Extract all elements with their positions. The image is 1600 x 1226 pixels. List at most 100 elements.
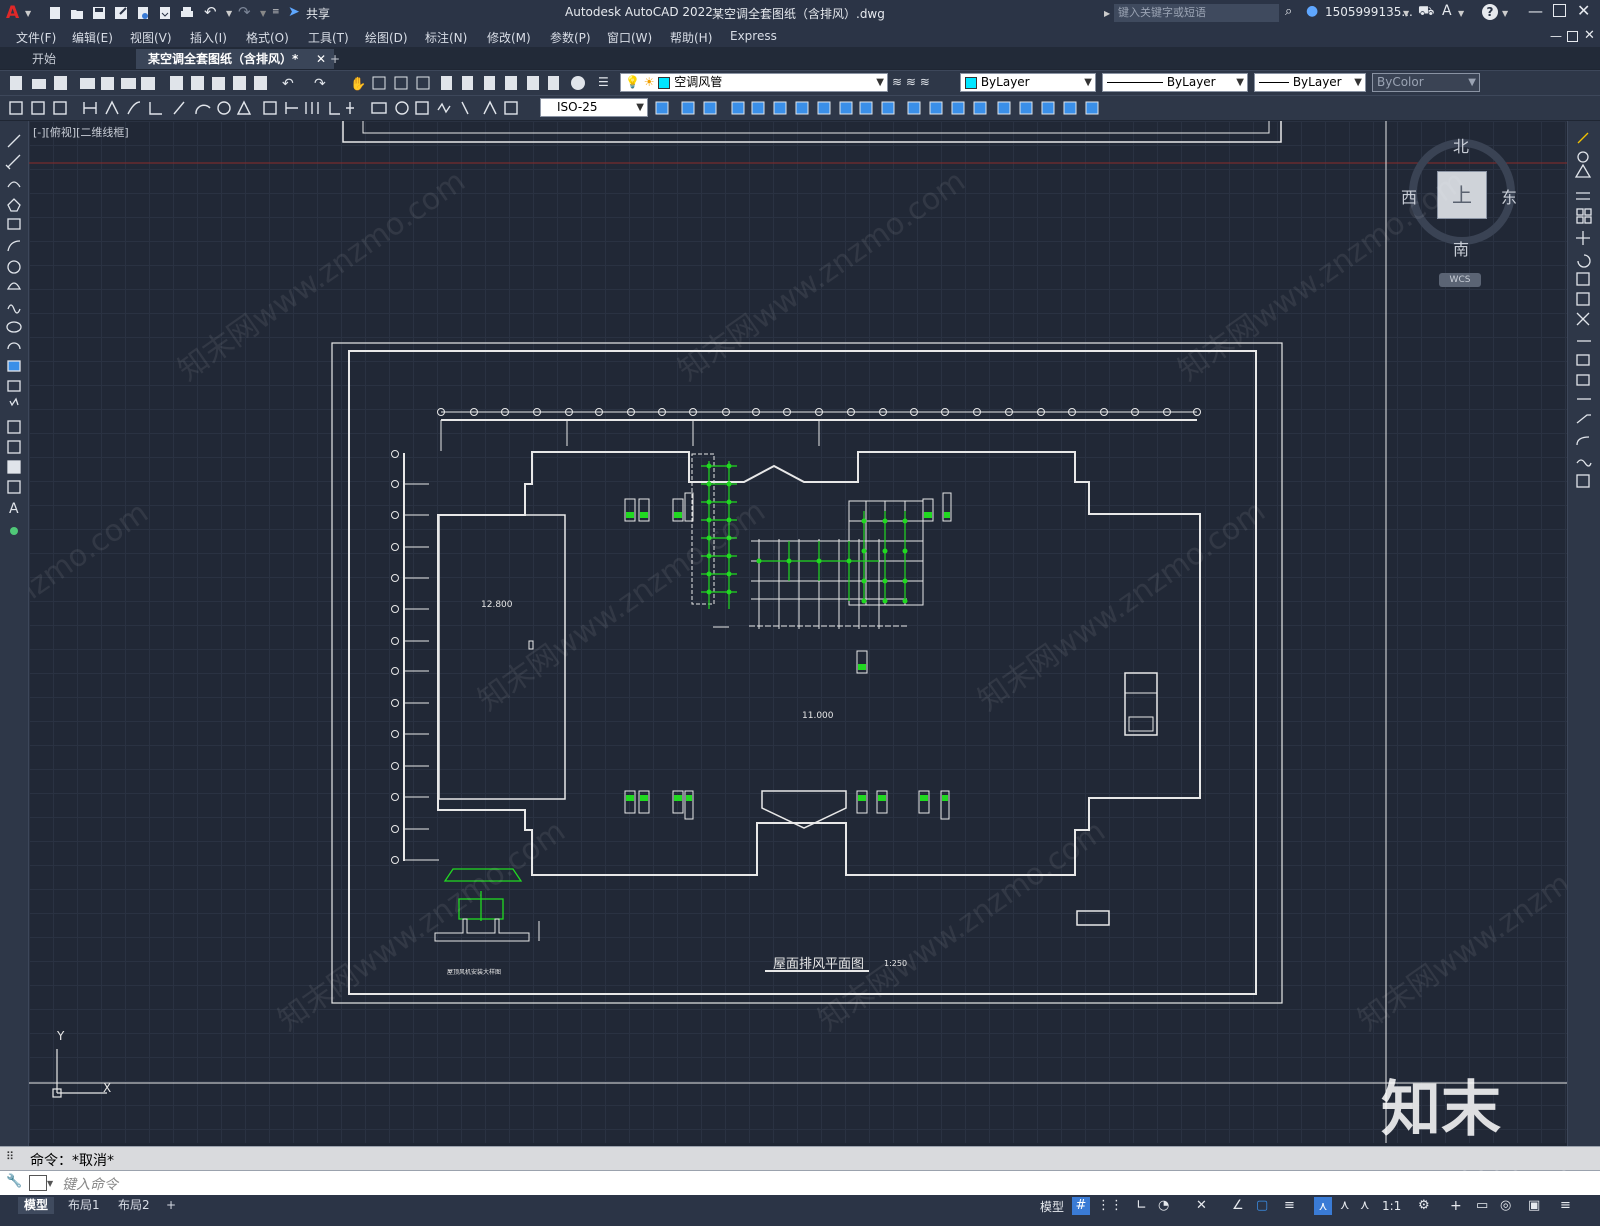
layer-select[interactable]: 💡 ☀ 空调风管 ▼ <box>620 73 888 92</box>
annotation-visibility-icon[interactable]: ⋏ <box>1314 1197 1332 1215</box>
file-tab-bar: 开始 某空调全套图纸（含排风）* ✕ + <box>0 47 1600 69</box>
doc-restore-icon[interactable] <box>1567 31 1578 42</box>
doc-minimize-icon[interactable]: — <box>1550 29 1562 43</box>
user-dropdown-icon[interactable]: ▼ <box>1403 9 1409 18</box>
draw-tool-icons[interactable]: A <box>0 129 28 549</box>
dimension-toolbar-icons[interactable] <box>0 96 530 120</box>
viewcube-north[interactable]: 北 <box>1453 133 1469 157</box>
search-input[interactable]: 键入关键字或短语 <box>1114 4 1279 22</box>
viewcube-south[interactable]: 南 <box>1453 236 1469 260</box>
color-value: ByLayer <box>980 75 1030 89</box>
tab-layout2[interactable]: 布局2 <box>112 1197 156 1214</box>
doc-close-icon[interactable]: ✕ <box>1584 28 1595 43</box>
share-button[interactable]: 共享 <box>306 5 330 22</box>
tab-layout1[interactable]: 布局1 <box>62 1197 106 1214</box>
clean-screen-icon[interactable]: ▣ <box>1528 1198 1540 1213</box>
recent-commands-icon[interactable] <box>29 1175 47 1191</box>
menu-window[interactable]: 窗口(W) <box>607 29 652 46</box>
a360-dropdown-icon[interactable]: ▼ <box>1458 9 1464 18</box>
lineweight-select[interactable]: ByLayer ▼ <box>1254 73 1366 92</box>
autoscale-icon[interactable]: ⋏ <box>1340 1198 1350 1213</box>
menu-tools[interactable]: 工具(T) <box>308 29 349 46</box>
menu-edit[interactable]: 编辑(E) <box>72 29 113 46</box>
help-dropdown-icon[interactable]: ▼ <box>1502 9 1508 18</box>
object-snap-icon[interactable]: ▢ <box>1256 1198 1268 1213</box>
menu-modify[interactable]: 修改(M) <box>487 29 531 46</box>
units-icon[interactable]: ▭ <box>1476 1198 1488 1213</box>
menu-view[interactable]: 视图(V) <box>130 29 172 46</box>
cart-icon[interactable]: ⛟ <box>1418 4 1434 21</box>
tab-drawing[interactable]: 某空调全套图纸（含排风）* ✕ <box>136 49 334 69</box>
chevron-down-icon[interactable]: ▼ <box>47 1179 53 1188</box>
dimstyle-select[interactable]: ISO-25 ▼ <box>540 98 648 117</box>
ortho-icon[interactable]: ∟ <box>1136 1198 1147 1213</box>
menu-format[interactable]: 格式(O) <box>246 29 289 46</box>
grip-icon[interactable]: ⠿ <box>6 1150 14 1163</box>
isolate-icon[interactable]: ◎ <box>1500 1198 1511 1213</box>
open-web-icon[interactable] <box>136 6 150 20</box>
menu-express[interactable]: Express <box>730 29 777 43</box>
menu-file[interactable]: 文件(F) <box>16 29 56 46</box>
save-icon[interactable] <box>92 6 106 20</box>
grid-icon[interactable]: # <box>1072 1197 1090 1215</box>
menu-help[interactable]: 帮助(H) <box>670 29 712 46</box>
undo-icon[interactable]: ↶ <box>204 3 217 21</box>
redo-dropdown-icon[interactable]: ▼ <box>260 9 266 18</box>
menu-bar: 文件(F) 编辑(E) 视图(V) 插入(I) 格式(O) 工具(T) 绘图(D… <box>0 27 1600 47</box>
user-icon[interactable]: ● <box>1306 3 1318 19</box>
user-name[interactable]: 1505999135... <box>1325 5 1413 19</box>
snap-icon[interactable]: ⋮⋮ <box>1097 1198 1123 1213</box>
help-icon[interactable]: ? <box>1482 4 1498 20</box>
isodraft-icon[interactable]: ✕ <box>1196 1198 1207 1213</box>
model-space-label[interactable]: 模型 <box>1040 1198 1064 1215</box>
object-snap-tracking-icon[interactable]: ∠ <box>1232 1198 1244 1213</box>
save-as-icon[interactable] <box>114 6 128 20</box>
autocad-logo-icon[interactable]: A <box>6 4 22 22</box>
plotstyle-select[interactable]: ByColor ▼ <box>1372 73 1480 92</box>
undo-dropdown-icon[interactable]: ▼ <box>226 9 232 18</box>
standard-toolbar-icons[interactable]: ↶ ↷ ✋ <box>0 71 600 95</box>
add-layout-button[interactable]: + <box>160 1197 182 1214</box>
share-icon[interactable]: ➤ <box>288 4 300 20</box>
app-menu-chevron-icon[interactable]: ▼ <box>25 9 31 18</box>
redo-icon[interactable]: ↷ <box>238 3 251 21</box>
search-expand-icon[interactable]: ▶ <box>1104 9 1110 18</box>
customize-qat-icon[interactable]: ≡ <box>272 7 280 17</box>
plot-icon[interactable] <box>180 6 194 20</box>
tab-model[interactable]: 模型 <box>18 1197 55 1214</box>
menu-dimension[interactable]: 标注(N) <box>425 29 467 46</box>
search-icon[interactable]: ⌕ <box>1285 4 1292 19</box>
annotation-scale-icon[interactable]: ⋏ <box>1360 1198 1370 1213</box>
menu-draw[interactable]: 绘图(D) <box>365 29 408 46</box>
layer-tools-icons[interactable]: ≋ ≋ ≋ <box>892 75 952 91</box>
modify-tool-icons[interactable] <box>1568 127 1600 507</box>
viewcube-west[interactable]: 西 <box>1401 184 1417 208</box>
a360-icon[interactable]: A <box>1442 3 1452 19</box>
close-icon[interactable]: ✕ <box>1577 1 1590 20</box>
drawing-canvas[interactable]: [-][俯视][二维线框] 12.800 11.000 屋面排风平面图 1:25… <box>29 121 1567 1143</box>
viewcube-top-face[interactable]: 上 <box>1437 171 1487 219</box>
viewcube-east[interactable]: 东 <box>1501 184 1517 208</box>
workspace-gear-icon[interactable]: ⚙ <box>1418 1198 1430 1213</box>
new-file-icon[interactable] <box>48 6 62 20</box>
lineweight-icon[interactable]: ≡ <box>1284 1198 1295 1213</box>
color-select[interactable]: ByLayer ▼ <box>960 73 1096 92</box>
save-web-icon[interactable] <box>158 6 172 20</box>
chevron-down-icon: ▼ <box>876 77 884 88</box>
maximize-icon[interactable] <box>1553 4 1566 17</box>
annotation-scale-value[interactable]: 1:1 <box>1382 1199 1401 1213</box>
polar-icon[interactable]: ◔ <box>1158 1198 1169 1213</box>
customization-icon[interactable]: ≡ <box>1560 1198 1571 1213</box>
customize-icon[interactable]: 🔧 <box>6 1174 22 1189</box>
menu-insert[interactable]: 插入(I) <box>190 29 227 46</box>
annotation-monitor-icon[interactable]: + <box>1450 1198 1462 1214</box>
modify-toolbar-icons[interactable] <box>652 96 1112 120</box>
tab-start-label: 开始 <box>32 52 57 66</box>
wcs-menu[interactable]: WCS <box>1439 273 1481 287</box>
open-folder-icon[interactable] <box>70 6 84 20</box>
layer-properties-icon[interactable]: ☰ <box>598 75 616 91</box>
minimize-icon[interactable]: — <box>1528 2 1543 20</box>
new-tab-button[interactable]: + <box>318 49 352 69</box>
linetype-select[interactable]: ByLayer ▼ <box>1102 73 1248 92</box>
menu-parametric[interactable]: 参数(P) <box>550 29 591 46</box>
